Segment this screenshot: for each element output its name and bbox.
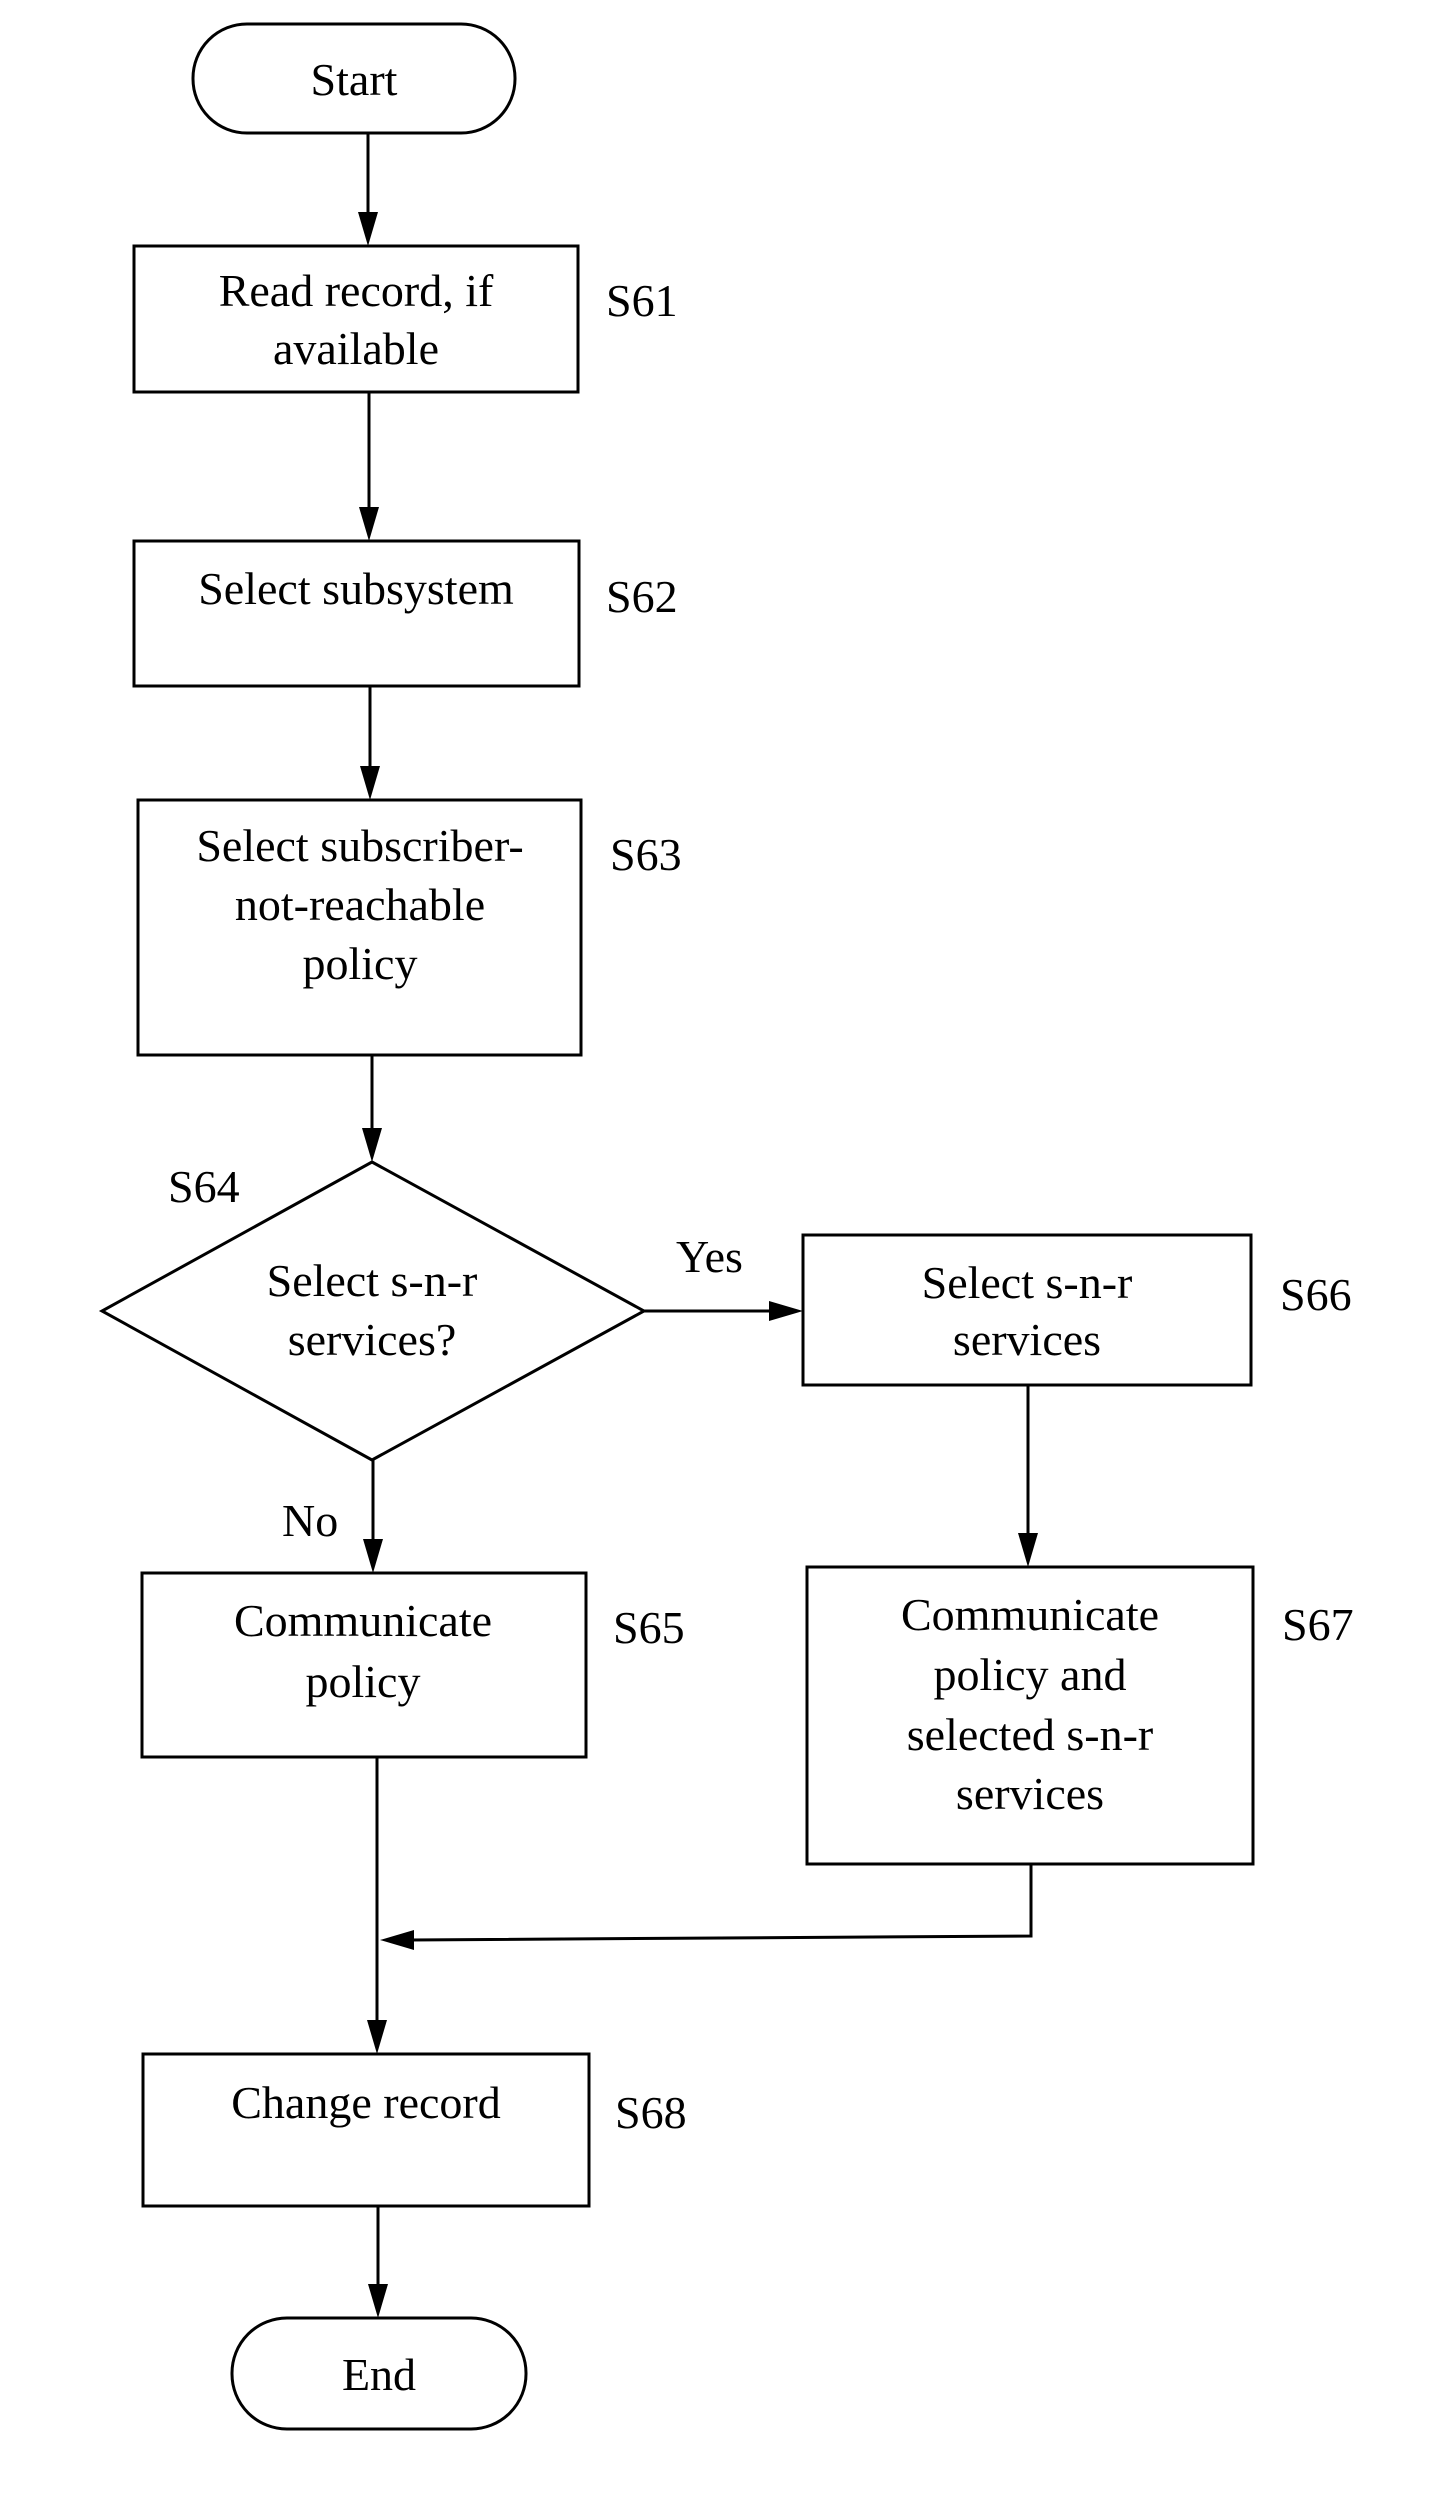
end-text: End [342, 2349, 416, 2400]
branch-no-label: No [282, 1495, 338, 1546]
arrow-start-to-s61 [358, 133, 378, 246]
step-s62: Select subsystem S62 [132, 539, 678, 688]
step-s61-line-2: available [273, 323, 439, 374]
arrow-s67-to-merge [380, 1864, 1033, 1950]
step-s67-line-2: policy and [934, 1649, 1127, 1700]
step-s62-id: S62 [606, 571, 678, 622]
step-s61: Read record, if available S61 [132, 244, 678, 394]
decision-s64-line-2: services? [288, 1314, 457, 1365]
step-s67-id: S67 [1282, 1599, 1354, 1650]
step-s63-id: S63 [610, 829, 682, 880]
step-s63-line-1: Select subscriber- [196, 820, 523, 871]
step-s65-line-1: Communicate [234, 1595, 492, 1646]
step-s65-id: S65 [613, 1602, 685, 1653]
step-s67-line-1: Communicate [901, 1589, 1159, 1640]
step-s66-id: S66 [1280, 1269, 1352, 1320]
arrow-no-s64-to-s65: No [282, 1460, 383, 1573]
flowchart-canvas: Start Read record, if available S61 Sele… [98, 22, 1354, 2431]
step-s63: Select subscriber- not-reachable policy … [136, 798, 682, 1057]
decision-s64: Select s-n-r services? S64 [98, 1160, 648, 1462]
arrow-s68-to-end [368, 2206, 388, 2318]
step-s67-line-3: selected s-n-r [907, 1709, 1154, 1760]
end-terminal: End [230, 2316, 528, 2431]
step-s61-id: S61 [606, 275, 678, 326]
step-s68-line-1: Change record [231, 2077, 501, 2128]
arrow-s61-to-s62 [359, 392, 379, 541]
step-s63-line-2: not-reachable [235, 879, 485, 930]
step-s67: Communicate policy and selected s-n-r se… [805, 1565, 1354, 1866]
step-s66-line-1: Select s-n-r [922, 1257, 1133, 1308]
start-text: Start [311, 54, 398, 105]
step-s66: Select s-n-r services S66 [801, 1233, 1352, 1387]
start-terminal: Start [191, 22, 517, 135]
decision-s64-line-1: Select s-n-r [267, 1255, 478, 1306]
step-s63-line-3: policy [303, 938, 418, 989]
arrow-s66-to-s67 [1018, 1385, 1038, 1567]
step-s65: Communicate policy S65 [140, 1571, 685, 1759]
arrow-yes-s64-to-s66: Yes [644, 1231, 803, 1321]
branch-yes-label: Yes [676, 1231, 743, 1282]
step-s62-line-1: Select subsystem [198, 563, 514, 614]
decision-s64-id: S64 [168, 1161, 240, 1212]
step-s65-line-2: policy [306, 1656, 421, 1707]
arrow-s65-to-s68 [367, 1757, 387, 2054]
step-s67-line-4: services [956, 1768, 1104, 1819]
arrow-s62-to-s63 [360, 686, 380, 800]
step-s68-id: S68 [615, 2087, 687, 2138]
step-s68: Change record S68 [141, 2052, 687, 2208]
arrow-s63-to-s64 [362, 1055, 382, 1162]
step-s66-line-2: services [953, 1314, 1101, 1365]
step-s61-line-1: Read record, if [219, 265, 494, 316]
